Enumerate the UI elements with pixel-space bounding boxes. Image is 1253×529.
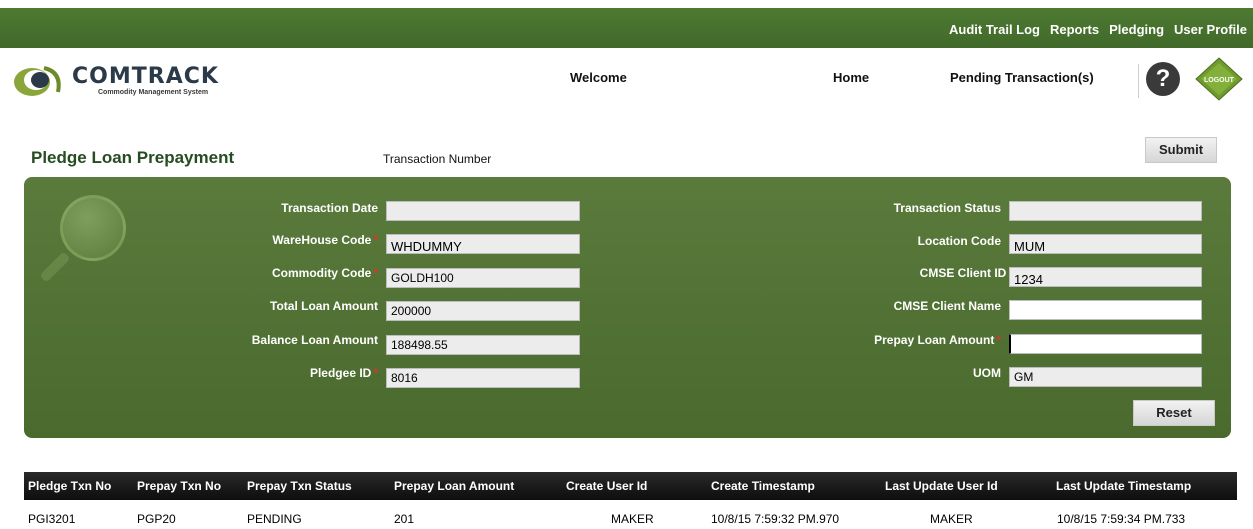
cell-last-update-user-id: MAKER bbox=[930, 512, 973, 526]
submit-button[interactable]: Submit bbox=[1145, 137, 1217, 163]
logout-label: LOGOUT bbox=[1204, 77, 1235, 84]
commodity-code-field[interactable]: GOLDH100 bbox=[386, 268, 580, 288]
cmse-client-name-field[interactable] bbox=[1009, 300, 1202, 320]
required-marker: * bbox=[373, 266, 378, 280]
required-marker: * bbox=[373, 366, 378, 380]
nav-reports[interactable]: Reports bbox=[1050, 22, 1099, 37]
pledgee-id-field[interactable]: 8016 bbox=[386, 368, 580, 388]
nav-audit-trail-log[interactable]: Audit Trail Log bbox=[949, 22, 1040, 37]
balance-loan-amount-field[interactable]: 188498.55 bbox=[386, 335, 580, 355]
col-last-update-user-id[interactable]: Last Update User Id bbox=[885, 479, 998, 493]
transaction-status-field[interactable] bbox=[1009, 201, 1202, 221]
cmse-client-id-label: CMSE Client ID* bbox=[920, 266, 1013, 280]
cell-prepay-loan-amount: 201 bbox=[394, 512, 415, 526]
header-divider bbox=[1138, 64, 1139, 98]
cell-last-update-timestamp: 10/8/15 7:59:34 PM.733 bbox=[1057, 512, 1186, 526]
transaction-number-label: Transaction Number bbox=[383, 152, 492, 166]
top-nav: Audit Trail Log Reports Pledging User Pr… bbox=[939, 22, 1247, 37]
total-loan-amount-label: Total Loan Amount bbox=[270, 299, 378, 313]
page: Audit Trail Log Reports Pledging User Pr… bbox=[0, 0, 1253, 529]
home-link[interactable]: Home bbox=[833, 70, 869, 85]
logo-brand: COMTRACK bbox=[72, 64, 219, 89]
col-pledge-txn-no[interactable]: Pledge Txn No bbox=[28, 479, 111, 493]
top-nav-bar: Audit Trail Log Reports Pledging User Pr… bbox=[0, 8, 1253, 48]
col-prepay-loan-amount[interactable]: Prepay Loan Amount bbox=[394, 479, 514, 493]
nav-user-profile[interactable]: User Profile bbox=[1174, 22, 1247, 37]
pledgee-id-label: Pledgee ID * bbox=[309, 366, 378, 380]
col-prepay-txn-status[interactable]: Prepay Txn Status bbox=[247, 479, 352, 493]
magnifier-icon bbox=[60, 195, 126, 261]
welcome-text: Welcome bbox=[570, 70, 627, 85]
page-title: Pledge Loan Prepayment bbox=[31, 148, 235, 167]
help-icon[interactable]: ? bbox=[1146, 62, 1180, 96]
commodity-code-label: Commodity Code * bbox=[271, 266, 378, 280]
required-marker: * bbox=[373, 233, 378, 247]
cmse-client-id-field[interactable]: 1234 bbox=[1009, 267, 1202, 287]
warehouse-code-label: WareHouse Code * bbox=[272, 233, 378, 247]
comtrack-logo[interactable]: COMTRACK Commodity Management System bbox=[10, 60, 240, 100]
col-create-timestamp[interactable]: Create Timestamp bbox=[711, 479, 815, 493]
uom-field[interactable]: GM bbox=[1009, 367, 1202, 387]
uom-label: UOM bbox=[973, 366, 1001, 380]
nav-pledging[interactable]: Pledging bbox=[1109, 22, 1164, 37]
logo-tagline: Commodity Management System bbox=[98, 89, 209, 96]
cell-prepay-txn-no: PGP20 bbox=[137, 512, 176, 526]
cell-prepay-txn-status: PENDING bbox=[247, 512, 302, 526]
cell-create-timestamp: 10/8/15 7:59:32 PM.970 bbox=[711, 512, 840, 526]
cmse-client-name-label: CMSE Client Name bbox=[893, 299, 1001, 313]
transaction-date-label: Transaction Date bbox=[281, 201, 378, 215]
pending-transactions-link[interactable]: Pending Transaction(s) bbox=[950, 70, 1094, 85]
warehouse-code-field[interactable]: WHDUMMY bbox=[386, 234, 580, 254]
logo-swirl-icon bbox=[14, 66, 61, 96]
transaction-status-label: Transaction Status bbox=[893, 201, 1001, 215]
required-marker: * bbox=[996, 333, 1001, 347]
logout-button[interactable]: LOGOUT bbox=[1195, 57, 1243, 101]
transaction-date-field[interactable] bbox=[386, 201, 580, 221]
cell-pledge-txn-no: PGI3201 bbox=[28, 512, 76, 526]
reset-button[interactable]: Reset bbox=[1133, 400, 1215, 426]
total-loan-amount-field[interactable]: 200000 bbox=[386, 301, 580, 321]
col-create-user-id[interactable]: Create User Id bbox=[566, 479, 647, 493]
prepay-loan-amount-label: Prepay Loan Amount * bbox=[874, 333, 1001, 347]
col-last-update-timestamp[interactable]: Last Update Timestamp bbox=[1056, 479, 1191, 493]
location-code-field[interactable]: MUM bbox=[1009, 234, 1202, 254]
col-prepay-txn-no[interactable]: Prepay Txn No bbox=[137, 479, 221, 493]
cell-create-user-id: MAKER bbox=[611, 512, 654, 526]
balance-loan-amount-label: Balance Loan Amount bbox=[251, 333, 378, 347]
prepay-loan-amount-field[interactable] bbox=[1009, 334, 1202, 354]
location-code-label: Location Code bbox=[917, 234, 1001, 248]
